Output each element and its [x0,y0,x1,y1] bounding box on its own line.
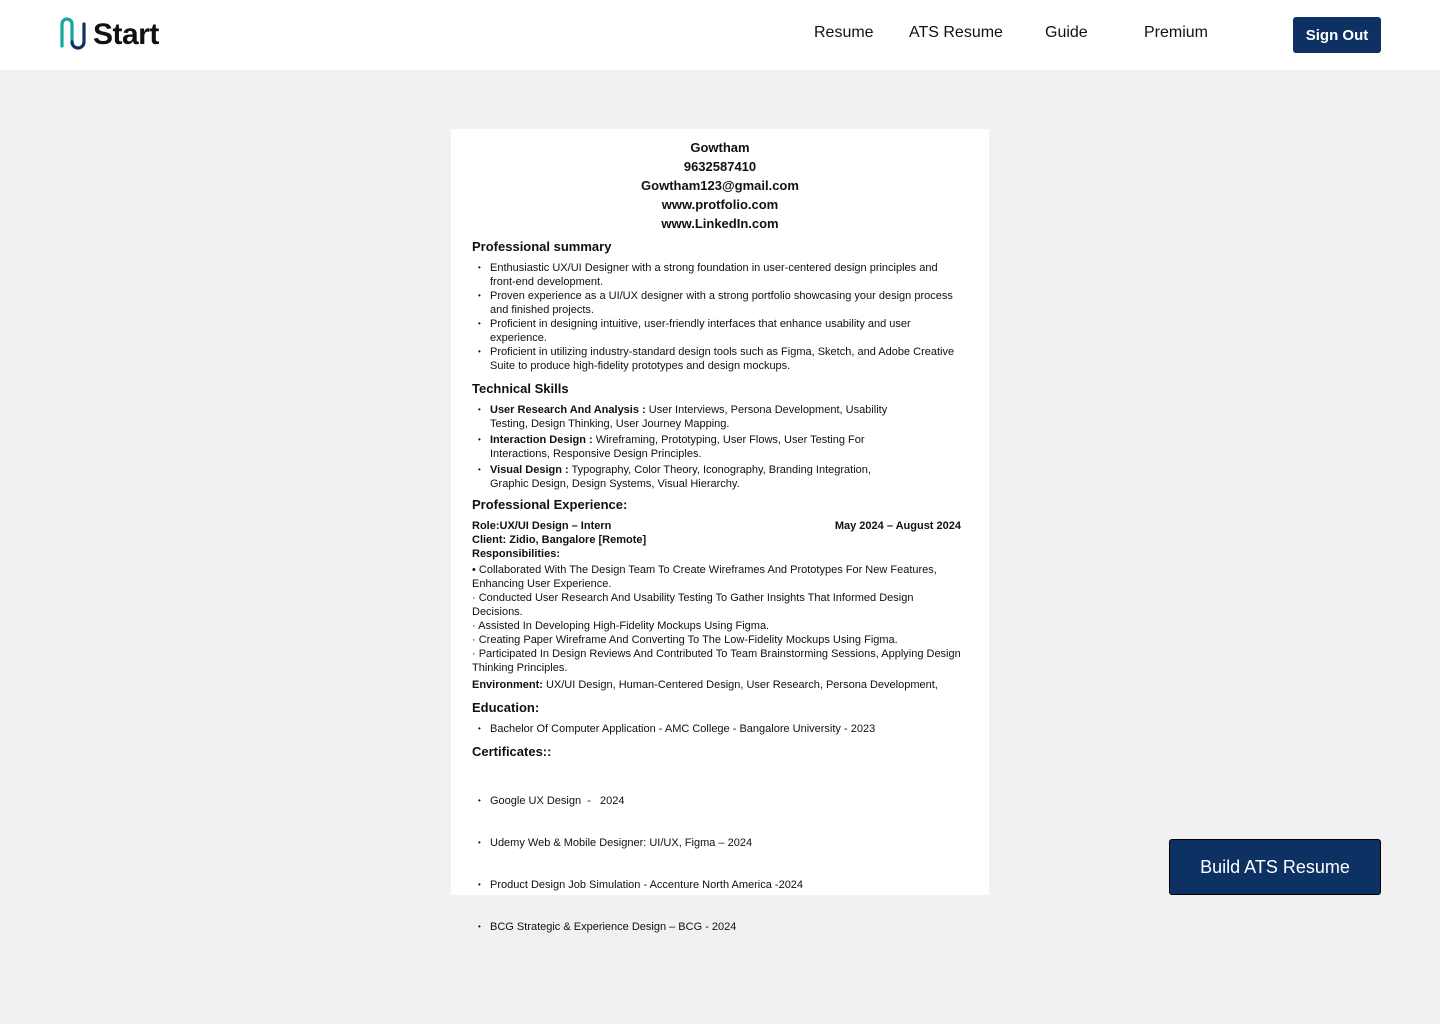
experience-dates: May 2024 – August 2024 [834,520,961,532]
responsibility-item: · Participated In Design Reviews And Con… [472,648,961,674]
certificate-item: Product Design Job Simulation - Accentur… [478,878,958,892]
experience-role: Role:UX/UI Design – Intern [472,520,612,532]
skill-item: Interaction Design : Wireframing, Protot… [478,433,908,461]
skills-heading: Technical Skills [472,381,569,396]
responsibility-item: · Assisted In Developing High-Fidelity M… [472,620,770,632]
responsibility-item: · Creating Paper Wireframe And Convertin… [472,634,898,646]
build-ats-resume-button[interactable]: Build ATS Resume [1169,839,1381,895]
experience-heading: Professional Experience: [472,497,628,512]
certificate-item: Google UX Design - 2024 [478,794,958,808]
responsibilities-list: • Collaborated With The Design Team To C… [472,563,962,675]
environment-text: UX/UI Design, Human-Centered Design, Use… [542,679,938,691]
skill-label: Interaction Design : [490,434,593,446]
summary-item: Enthusiastic UX/UI Designer with a stron… [478,261,958,289]
summary-item: Proven experience as a UI/UX designer wi… [478,289,958,317]
certificate-item: BCG Strategic & Experience Design – BCG … [478,920,958,934]
summary-item: Proficient in designing intuitive, user-… [478,317,958,345]
responsibility-item: · Conducted User Research And Usability … [472,592,914,618]
summary-list: Enthusiastic UX/UI Designer with a stron… [478,261,958,373]
brand-name: Start [93,18,159,51]
certificates-list: Google UX Design - 2024 Udemy Web & Mobi… [478,766,958,962]
top-navbar: Start Resume ATS Resume Guide Premium Si… [0,0,1440,70]
certificates-heading: Certificates:: [472,744,552,759]
skills-list: User Research And Analysis : User Interv… [478,403,908,491]
paperclip-logo-icon [60,17,86,50]
resume-phone: 9632587410 [683,159,757,174]
summary-item: Proficient in utilizing industry-standar… [478,345,958,373]
responsibility-item: • Collaborated With The Design Team To C… [472,564,937,590]
skill-label: Visual Design : [490,464,569,476]
nav-guide-link[interactable]: Guide [1045,24,1088,42]
resume-name: Gowtham [690,140,750,155]
resume-preview: Gowtham 9632587410 Gowtham123@gmail.com … [451,129,989,934]
education-list: Bachelor Of Computer Application - AMC C… [478,722,958,736]
skill-label: User Research And Analysis : [490,404,646,416]
resume-email: Gowtham123@gmail.com [641,178,799,193]
nav-premium-link[interactable]: Premium [1144,24,1208,42]
nav-ats-resume-link[interactable]: ATS Resume [909,24,1003,42]
brand-logo[interactable]: Start [58,16,159,54]
sign-out-button[interactable]: Sign Out [1293,17,1381,53]
skill-item: Visual Design : Typography, Color Theory… [478,463,908,491]
education-item: Bachelor Of Computer Application - AMC C… [478,722,958,736]
education-heading: Education: [472,700,540,715]
resume-linkedin: www.LinkedIn.com [661,216,779,231]
certificate-item: Udemy Web & Mobile Designer: UI/UX, Figm… [478,836,958,850]
summary-heading: Professional summary [472,239,612,254]
environment-line: Environment: UX/UI Design, Human-Centere… [472,678,938,692]
environment-label: Environment: [472,679,543,691]
skill-item: User Research And Analysis : User Interv… [478,403,908,431]
resume-portfolio: www.protfolio.com [661,197,779,212]
responsibilities-heading: Responsibilities: [472,548,561,560]
nav-resume-link[interactable]: Resume [814,24,874,42]
experience-client: Client: Zidio, Bangalore [Remote] [472,534,647,546]
